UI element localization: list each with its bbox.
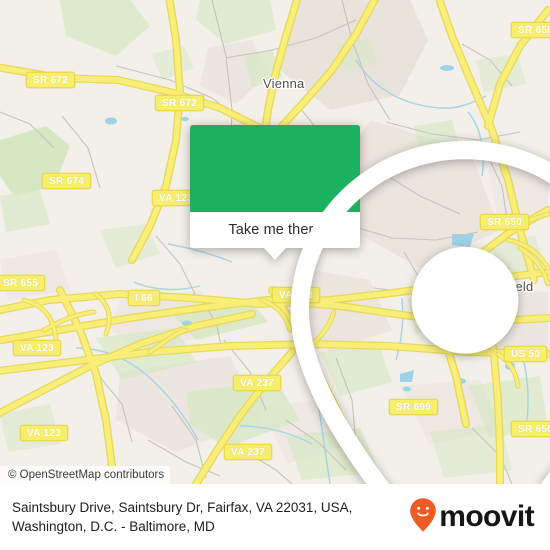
popup-pointer-tail [264,248,286,260]
map-screenshot: Vienna Merrifield SR 672 SR 672 SR 674 V… [0,0,550,550]
shield-sr-672-mid: SR 672 [155,95,205,111]
moovit-wordmark: moovit [439,500,534,533]
shield-i-66: I 66 [128,290,160,306]
location-popup-card[interactable]: Take me there [190,125,550,484]
shield-va-123-south: VA 123 [20,425,69,441]
shield-sr-674: SR 674 [42,173,92,189]
address-text: Saintsbury Drive, Saintsbury Dr, Fairfax… [12,500,353,534]
moovit-logo[interactable]: moovit [409,497,535,538]
footer-bar: Saintsbury Drive, Saintsbury Dr, Fairfax… [0,484,550,550]
shield-sr-655: SR 655 [0,275,46,291]
shield-sr-650-top: SR 650 [511,22,550,38]
popup-header [190,125,550,484]
osm-attribution-text: © OpenStreetMap contributors [8,469,165,481]
shield-sr-672-west: SR 672 [26,72,76,88]
map-canvas[interactable]: Vienna Merrifield SR 672 SR 672 SR 674 V… [0,0,550,484]
shield-va-123-mid: VA 123 [13,340,62,356]
moovit-pin-icon [409,497,437,538]
osm-attribution[interactable]: © OpenStreetMap contributors [0,466,171,484]
